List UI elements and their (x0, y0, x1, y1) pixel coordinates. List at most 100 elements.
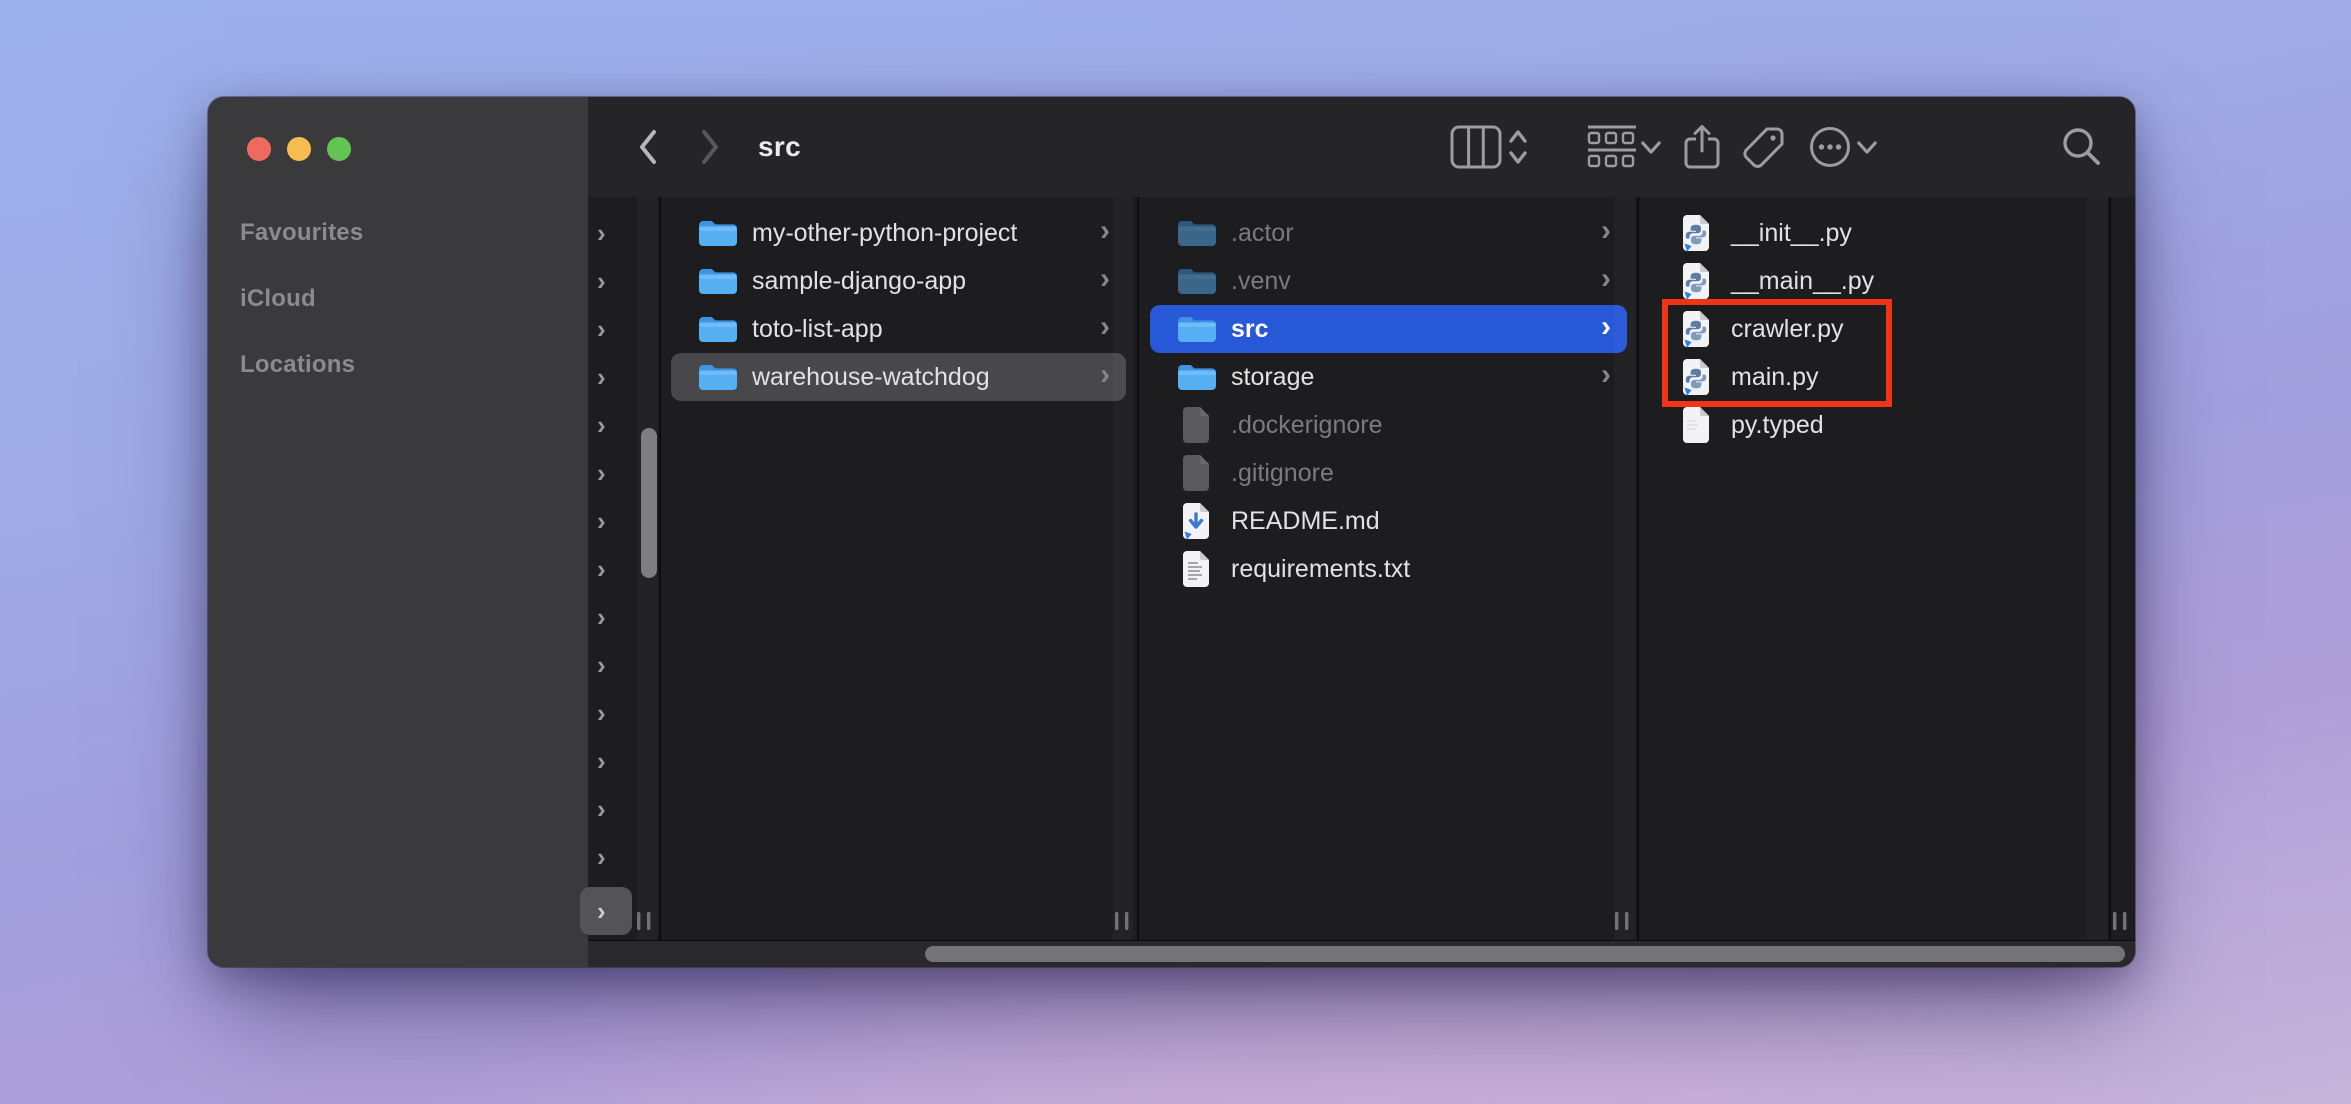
folder-icon (697, 361, 737, 393)
vertical-scrollbar-thumb[interactable] (641, 428, 657, 578)
chevron-right-icon: › (1100, 312, 1110, 342)
column-warehouse-watchdog: .actor › .venv › src › (1140, 197, 1637, 940)
column-view-button[interactable] (1448, 97, 1504, 197)
sidebar-section-favourites: Favourites (240, 200, 363, 266)
chevron-right-icon: › (1601, 360, 1611, 390)
file-row[interactable]: .dockerignore (1150, 401, 1627, 449)
forward-button[interactable] (688, 97, 732, 197)
content-pane: src (588, 97, 2135, 967)
column-divider (2109, 197, 2111, 940)
file-row[interactable]: storage › (1150, 353, 1627, 401)
more-actions-button[interactable] (1804, 97, 1856, 197)
hidden-row-chevron: › (588, 689, 660, 737)
python-file-icon (1676, 261, 1716, 301)
chevron-down-icon (1856, 140, 1878, 155)
file-row[interactable]: __main__.py (1650, 257, 2100, 305)
hidden-row-chevron: › (588, 833, 660, 881)
tags-button[interactable] (1738, 97, 1790, 197)
column-view-icon (1450, 125, 1502, 169)
file-row[interactable]: README.md (1150, 497, 1627, 545)
file-name: sample-django-app (752, 267, 966, 296)
resize-grip-icon (1114, 911, 1130, 931)
file-row[interactable]: .actor › (1150, 209, 1627, 257)
file-name: my-other-python-project (752, 219, 1017, 248)
back-button[interactable] (626, 97, 670, 197)
column-resize-handle[interactable] (1114, 911, 1130, 936)
close-window-button[interactable] (247, 137, 271, 161)
resize-grip-icon (2112, 911, 2128, 931)
column-projects: my-other-python-project › sample-django-… (661, 197, 1136, 940)
hidden-row-chevron: › (588, 209, 660, 257)
folder-icon (1176, 217, 1216, 249)
minimize-window-button[interactable] (287, 137, 311, 161)
red-annotation-box (1662, 299, 1892, 407)
file-name: __main__.py (1731, 267, 1874, 296)
folder-icon (1176, 265, 1216, 297)
hidden-row-chevron: › (588, 737, 660, 785)
file-row-selected[interactable]: warehouse-watchdog › (671, 353, 1126, 401)
text-file-icon (1176, 549, 1216, 589)
desktop-wallpaper: Favourites iCloud Locations src (0, 0, 2351, 1104)
ellipsis-circle-icon (1808, 125, 1852, 169)
file-name: README.md (1231, 507, 1380, 536)
horizontal-scrollbar-thumb[interactable] (925, 946, 2125, 962)
chevron-right-icon: › (1100, 360, 1110, 390)
zoom-window-button[interactable] (327, 137, 351, 161)
column-ancestors-sliver: › › › › › › › › › › › › › › › (588, 197, 660, 940)
more-actions-dropdown[interactable] (1854, 97, 1880, 197)
folder-icon (1176, 361, 1216, 393)
group-by-icon (1586, 124, 1638, 170)
file-row[interactable]: sample-django-app › (671, 257, 1126, 305)
file-name: requirements.txt (1231, 555, 1410, 584)
group-by-button[interactable] (1584, 97, 1640, 197)
file-row[interactable]: requirements.txt (1150, 545, 1627, 593)
resize-grip-icon (1614, 911, 1630, 931)
document-icon (1676, 405, 1716, 445)
column-resize-handle[interactable] (636, 911, 652, 936)
selected-hidden-row[interactable]: › (580, 887, 632, 935)
chevron-right-icon: › (1601, 312, 1611, 342)
folder-icon (697, 217, 737, 249)
file-row[interactable]: toto-list-app › (671, 305, 1126, 353)
file-name: .actor (1231, 219, 1294, 248)
hidden-row-chevron: › (588, 353, 660, 401)
window-title: src (758, 97, 801, 197)
chevron-right-icon (698, 127, 722, 167)
group-by-dropdown[interactable] (1638, 97, 1664, 197)
file-row[interactable]: .venv › (1150, 257, 1627, 305)
share-button[interactable] (1676, 97, 1728, 197)
sidebar: Favourites iCloud Locations (208, 97, 589, 967)
folder-icon (1176, 313, 1216, 345)
chevron-right-icon: › (1100, 264, 1110, 294)
column-divider (1137, 197, 1139, 940)
file-name: src (1231, 315, 1269, 344)
file-name: warehouse-watchdog (752, 363, 990, 392)
up-down-chevrons-icon (1508, 126, 1528, 168)
file-name: storage (1231, 363, 1314, 392)
column-resize-handle[interactable] (2112, 911, 2128, 936)
horizontal-scrollbar-track[interactable] (588, 940, 2135, 967)
hidden-row-chevron: › (588, 641, 660, 689)
file-row[interactable]: my-other-python-project › (671, 209, 1126, 257)
chevron-right-icon: › (1100, 216, 1110, 246)
file-row[interactable]: py.typed (1650, 401, 2100, 449)
document-icon (1176, 453, 1216, 493)
search-button[interactable] (2056, 97, 2108, 197)
toolbar: src (588, 97, 2135, 198)
sidebar-section-icloud: iCloud (240, 266, 363, 332)
column-divider (1637, 197, 1639, 940)
finder-window: Favourites iCloud Locations src (208, 97, 2135, 967)
column-resize-handle[interactable] (1614, 911, 1630, 936)
view-stepper-button[interactable] (1504, 97, 1532, 197)
file-name: .dockerignore (1231, 411, 1382, 440)
hidden-row-chevron: › (588, 305, 660, 353)
file-row[interactable]: .gitignore (1150, 449, 1627, 497)
file-name: py.typed (1731, 411, 1824, 440)
chevron-left-icon (636, 127, 660, 167)
file-row[interactable]: __init__.py (1650, 209, 2100, 257)
folder-icon (697, 313, 737, 345)
markdown-file-icon (1176, 501, 1216, 541)
file-row-selected[interactable]: src › (1150, 305, 1627, 353)
file-name: .gitignore (1231, 459, 1334, 488)
python-file-icon (1676, 213, 1716, 253)
